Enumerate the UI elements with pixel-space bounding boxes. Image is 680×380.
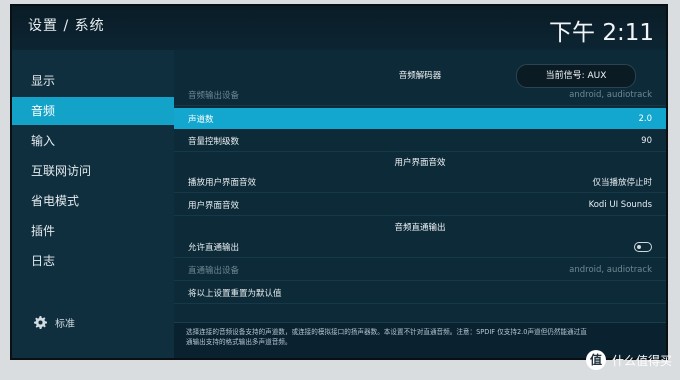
- row-label: 音量控制级数: [188, 137, 240, 147]
- page-title: 设置 / 系统: [28, 18, 105, 34]
- gear-icon: [34, 316, 47, 329]
- watermark: 值 什么值得买: [585, 350, 672, 370]
- row-label: 将以上设置重置为默认值: [188, 289, 282, 299]
- top-bar: 设置 / 系统 下午 2:11: [12, 6, 666, 50]
- toggle-knob: [637, 245, 641, 249]
- help-line-2: 通输出支持的格式输出多声道音频。: [186, 338, 292, 346]
- row-value: android, audiotrack: [569, 90, 652, 100]
- row-value: 90: [641, 136, 652, 146]
- row-play-ui-sounds[interactable]: 播放用户界面音效 仅当播放停止时: [174, 172, 666, 193]
- row-label: 播放用户界面音效: [188, 178, 257, 188]
- tv-screen: 设置 / 系统 下午 2:11 显示 音频 输入 互联网访问 省电模式 插件 日…: [12, 6, 666, 358]
- sidebar-item-display[interactable]: 显示: [12, 67, 174, 95]
- section-ui-sounds: 用户界面音效: [394, 158, 446, 168]
- section-passthrough: 音频直通输出: [394, 223, 446, 233]
- watermark-logo: 值: [585, 350, 606, 370]
- clock: 下午 2:11: [549, 20, 654, 46]
- row-volume-steps[interactable]: 音量控制级数 90: [174, 131, 666, 152]
- row-label: 用户界面音效: [188, 201, 240, 211]
- row-label: 直通输出设备: [188, 266, 240, 276]
- sidebar-item-audio[interactable]: 音频: [12, 97, 174, 125]
- watermark-text: 什么值得买: [611, 353, 672, 368]
- row-value: 仅当播放停止时: [592, 178, 652, 188]
- passthrough-toggle[interactable]: [634, 242, 652, 252]
- settings-level-label: 标准: [55, 319, 75, 330]
- row-channels[interactable]: 声道数 2.0: [174, 108, 666, 129]
- row-label: 声道数: [188, 114, 214, 125]
- row-value: 2.0: [638, 113, 652, 124]
- sidebar-item-logging[interactable]: 日志: [12, 247, 174, 275]
- row-label: 音频输出设备: [188, 91, 240, 101]
- row-value: android, audiotrack: [569, 265, 652, 275]
- sidebar-item-input[interactable]: 输入: [12, 127, 174, 155]
- sidebar-item-internet-access[interactable]: 互联网访问: [12, 157, 174, 185]
- row-audio-output-device: 音频输出设备 android, audiotrack: [174, 85, 666, 106]
- section-audio-decoder: 音频解码器: [398, 71, 442, 81]
- sidebar-item-addons[interactable]: 插件: [12, 217, 174, 245]
- sidebar: 显示 音频 输入 互联网访问 省电模式 插件 日志 标准: [12, 50, 174, 358]
- sidebar-item-power-saving[interactable]: 省电模式: [12, 187, 174, 215]
- row-ui-sound-skin[interactable]: 用户界面音效 Kodi UI Sounds: [174, 195, 666, 216]
- row-allow-passthrough[interactable]: 允许直通输出: [174, 237, 666, 258]
- row-passthrough-device: 直通输出设备 android, audiotrack: [174, 260, 666, 281]
- row-reset-defaults[interactable]: 将以上设置重置为默认值: [174, 283, 666, 304]
- help-line-1: 选择连接的音频设备支持的声道数，或连接的模拟接口的扬声器数。本设置不针对直通音频…: [186, 328, 587, 336]
- row-value: Kodi UI Sounds: [588, 200, 652, 210]
- settings-level-button[interactable]: 标准: [34, 315, 75, 330]
- row-label: 允许直通输出: [188, 243, 240, 253]
- settings-panel: 当前信号: AUX 音频解码器 音频输出设备 android, audiotra…: [174, 50, 666, 358]
